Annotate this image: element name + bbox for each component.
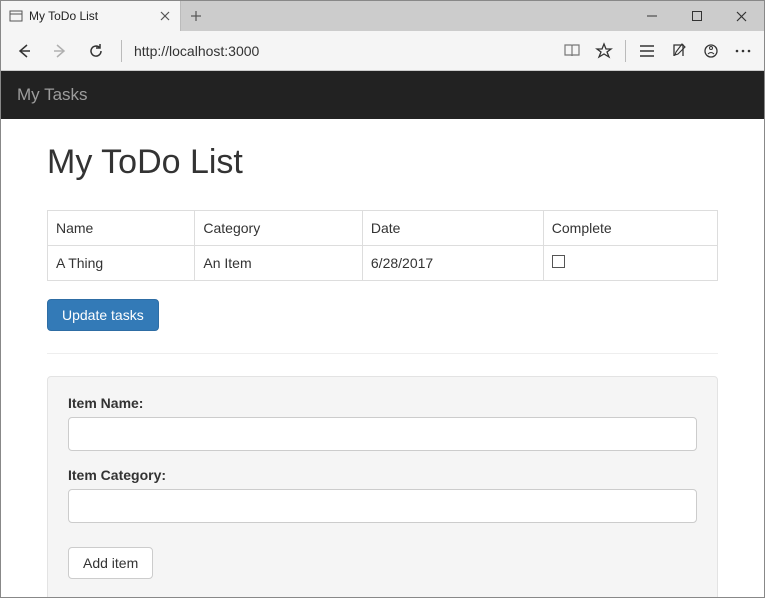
- browser-tab[interactable]: My ToDo List: [1, 1, 181, 31]
- hub-icon[interactable]: [632, 36, 662, 66]
- address-bar[interactable]: [130, 37, 555, 65]
- th-date: Date: [362, 211, 543, 246]
- maximize-button[interactable]: [674, 1, 719, 31]
- reading-view-icon[interactable]: [557, 36, 587, 66]
- forward-button[interactable]: [43, 34, 77, 68]
- more-icon[interactable]: [728, 36, 758, 66]
- notes-icon[interactable]: [664, 36, 694, 66]
- table-row: A Thing An Item 6/28/2017: [48, 246, 718, 281]
- favorite-icon[interactable]: [589, 36, 619, 66]
- cell-complete: [543, 246, 717, 281]
- cell-name: A Thing: [48, 246, 195, 281]
- item-category-input[interactable]: [68, 489, 697, 523]
- th-name: Name: [48, 211, 195, 246]
- tab-close-icon[interactable]: [158, 9, 172, 23]
- cell-date: 6/28/2017: [362, 246, 543, 281]
- navbar-brand[interactable]: My Tasks: [17, 85, 88, 104]
- back-button[interactable]: [7, 34, 41, 68]
- th-category: Category: [195, 211, 363, 246]
- close-button[interactable]: [719, 1, 764, 31]
- page-title: My ToDo List: [47, 143, 718, 182]
- complete-checkbox[interactable]: [552, 255, 565, 268]
- item-name-label: Item Name:: [68, 395, 697, 411]
- page-content: My ToDo List Name Category Date Complete…: [1, 119, 764, 597]
- page-icon: [9, 9, 23, 23]
- minimize-button[interactable]: [629, 1, 674, 31]
- tab-title: My ToDo List: [29, 9, 152, 23]
- window-controls: [629, 1, 764, 31]
- cell-category: An Item: [195, 246, 363, 281]
- item-category-label: Item Category:: [68, 467, 697, 483]
- refresh-button[interactable]: [79, 34, 113, 68]
- divider: [47, 353, 718, 354]
- tasks-table: Name Category Date Complete A Thing An I…: [47, 210, 718, 281]
- item-name-input[interactable]: [68, 417, 697, 451]
- app-navbar: My Tasks: [1, 71, 764, 119]
- add-item-form: Item Name: Item Category: Add item: [47, 376, 718, 597]
- browser-toolbar: [1, 31, 764, 71]
- add-item-button[interactable]: Add item: [68, 547, 153, 579]
- browser-titlebar: My ToDo List: [1, 1, 764, 31]
- th-complete: Complete: [543, 211, 717, 246]
- new-tab-button[interactable]: [181, 1, 211, 31]
- page-viewport: My Tasks My ToDo List Name Category Date…: [1, 71, 764, 597]
- update-tasks-button[interactable]: Update tasks: [47, 299, 159, 331]
- share-icon[interactable]: [696, 36, 726, 66]
